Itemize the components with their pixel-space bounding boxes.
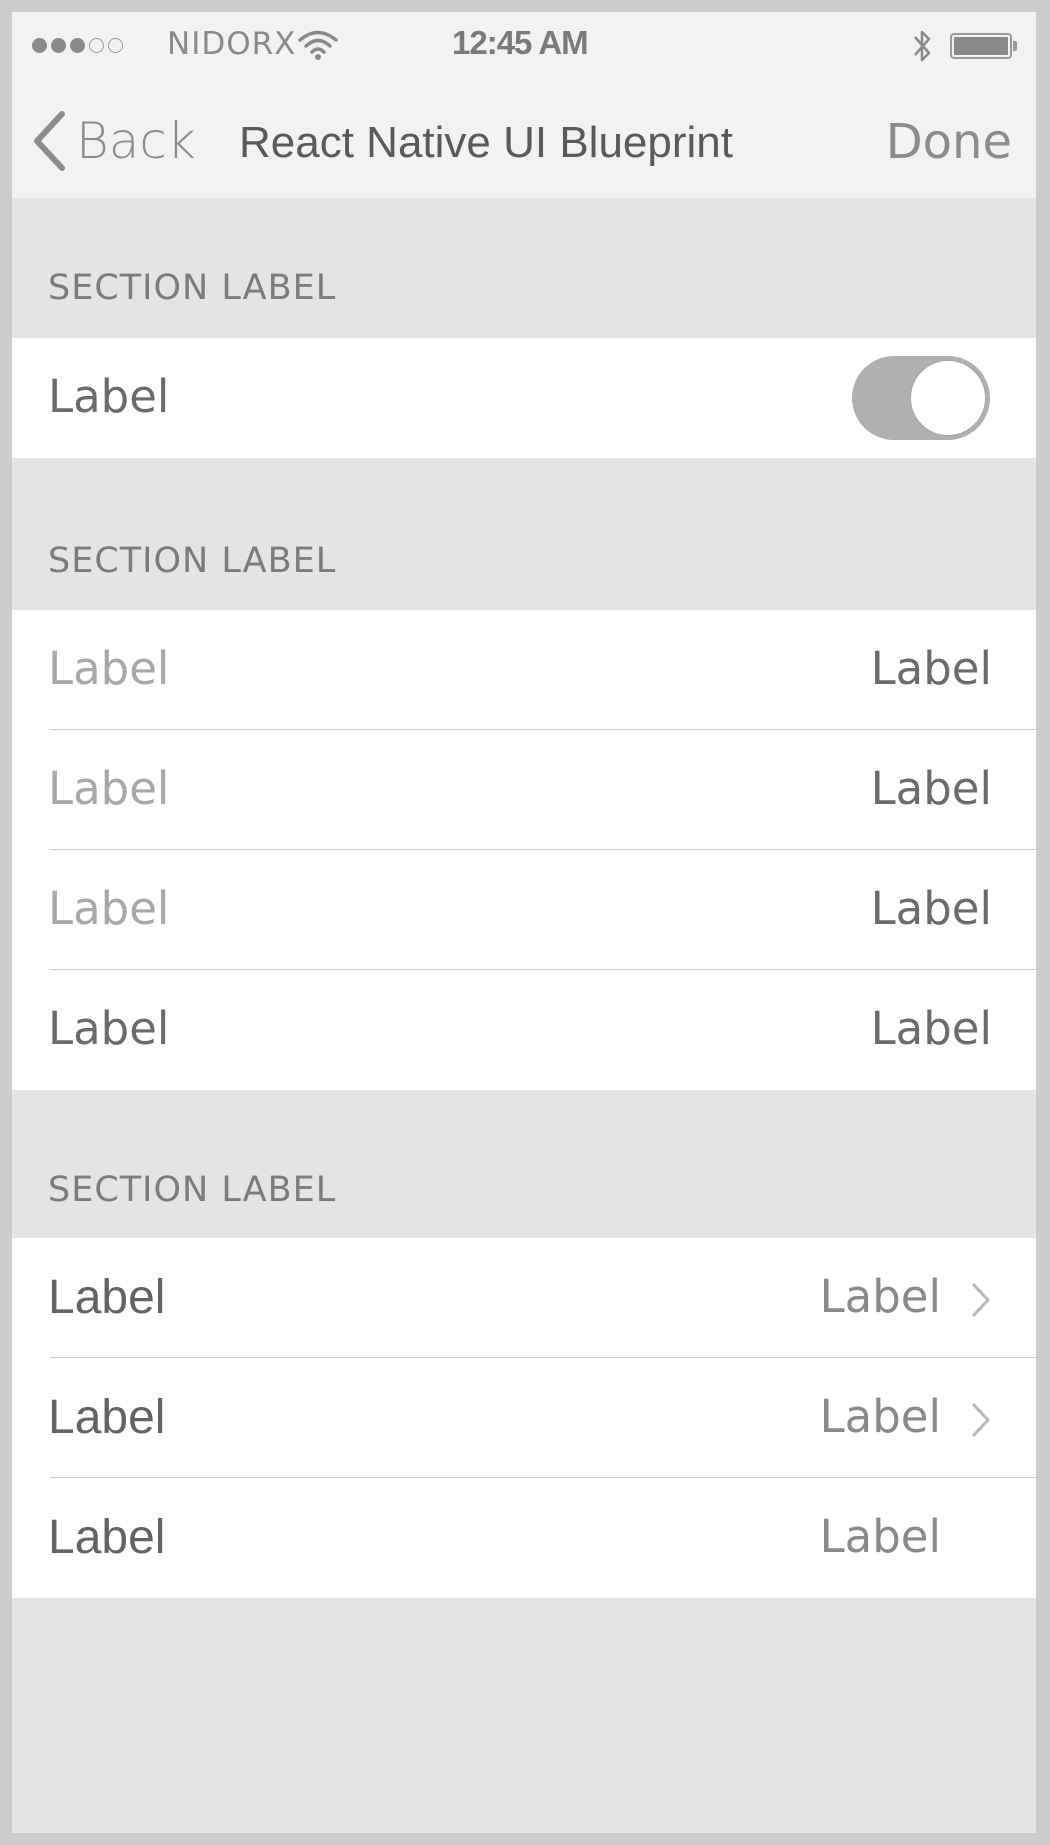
list-item[interactable]: Label Label	[12, 610, 1036, 730]
back-label: Back	[76, 112, 196, 170]
section-group-toggle: Label	[12, 338, 1036, 458]
row-label: Label	[48, 1002, 170, 1055]
chevron-left-icon	[34, 111, 65, 171]
chevron-right-icon	[972, 1283, 990, 1317]
list-item[interactable]: Label Label	[12, 1478, 1036, 1598]
signal-dot	[70, 38, 85, 53]
row-label: Label	[48, 762, 170, 815]
status-bar: NIDORX 12:45 AM	[12, 12, 1036, 78]
row-value: Label	[870, 1002, 992, 1055]
bluetooth-icon	[914, 30, 931, 62]
section-group-disclosure: Label Label Label Label Label Label	[12, 1238, 1036, 1598]
navigation-bar: Back React Native UI Blueprint Done	[12, 78, 1036, 198]
row-value: Label	[819, 1390, 941, 1443]
clock: 12:45 AM	[452, 24, 589, 61]
list-item[interactable]: Label Label	[12, 1238, 1036, 1358]
row-value: Label	[870, 762, 992, 815]
toggle-switch[interactable]	[852, 356, 990, 440]
toggle-knob	[910, 360, 986, 436]
battery-level	[954, 37, 1008, 55]
section-group-values: Label Label Label Label Label Label Labe…	[12, 610, 1036, 1090]
row-label: Label	[48, 1391, 166, 1444]
signal-dot	[32, 38, 47, 53]
list-item[interactable]: Label Label	[12, 1358, 1036, 1478]
wifi-icon	[298, 30, 338, 60]
done-button[interactable]: Done	[886, 114, 1012, 170]
row-value: Label	[870, 642, 992, 695]
list-item[interactable]: Label Label	[12, 850, 1036, 970]
row-label: Label	[48, 1271, 166, 1324]
carrier-name: NIDORX	[167, 26, 297, 62]
section-header: SECTION LABEL	[48, 541, 337, 581]
battery-tip	[1013, 41, 1017, 51]
section-header: SECTION LABEL	[48, 1170, 337, 1210]
signal-dot	[108, 38, 123, 53]
phone-screen: NIDORX 12:45 AM Back React Native UI Blu…	[12, 12, 1036, 1833]
page-title: React Native UI Blueprint	[239, 118, 733, 167]
back-button[interactable]: Back	[32, 108, 196, 174]
row-label: Label	[48, 882, 170, 935]
row-value: Label	[870, 882, 992, 935]
row-label: Label	[48, 642, 170, 695]
battery-icon	[950, 33, 1012, 59]
list-item[interactable]: Label Label	[12, 970, 1036, 1090]
row-label: Label	[48, 1511, 166, 1564]
list-item: Label	[12, 338, 1036, 458]
signal-dot	[89, 38, 104, 53]
row-value: Label	[819, 1270, 941, 1323]
chevron-right-icon	[972, 1403, 990, 1437]
signal-strength-icon	[32, 38, 123, 53]
signal-dot	[51, 38, 66, 53]
row-value: Label	[819, 1510, 941, 1563]
row-label: Label	[48, 370, 170, 423]
list-item[interactable]: Label Label	[12, 730, 1036, 850]
section-header: SECTION LABEL	[48, 268, 337, 308]
